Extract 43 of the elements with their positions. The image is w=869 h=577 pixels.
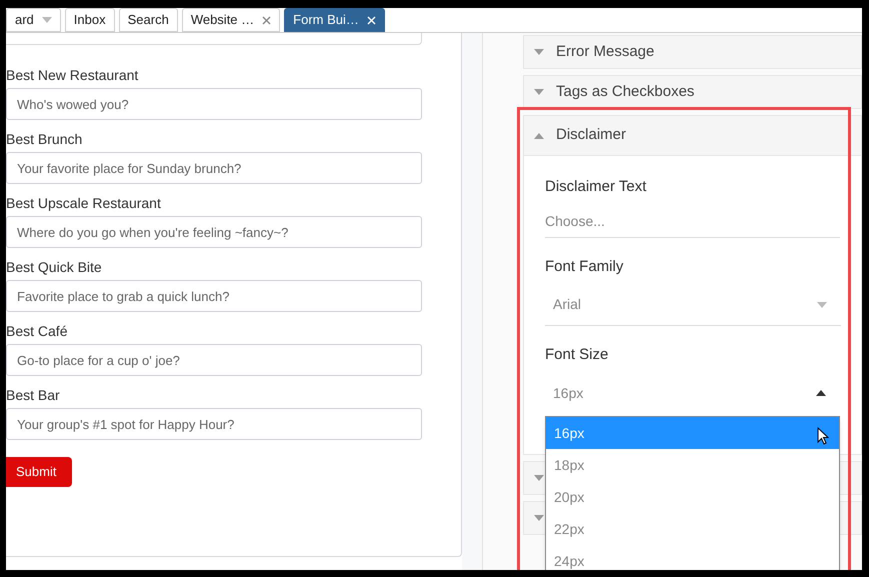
caret-icon [534, 515, 544, 521]
caret-icon [42, 17, 52, 23]
field-label: Best Upscale Restaurant [6, 194, 162, 213]
field-label: Best Bar [6, 386, 61, 405]
field-label: Best Brunch [6, 130, 84, 149]
tab[interactable]: Form Bui… [284, 8, 385, 32]
tab[interactable]: Inbox [64, 8, 115, 32]
tab[interactable]: ard [6, 8, 61, 32]
tab[interactable]: Website … [182, 8, 280, 32]
submit-button[interactable]: Submit [6, 457, 72, 487]
dropdown-option[interactable]: 20px [546, 481, 839, 513]
dropdown-option[interactable]: 22px [546, 513, 839, 545]
input-field[interactable]: Your group's #1 spot for Happy Hour? [6, 408, 422, 440]
cursor-icon [817, 427, 829, 445]
input-field[interactable]: Choose... [545, 204, 840, 238]
input-field[interactable]: Where do you go when you're feeling ~fancy~? [6, 216, 422, 248]
input-field[interactable]: Your favorite place for Sunday brunch? [6, 152, 422, 184]
section-header[interactable]: Error Message [524, 36, 861, 68]
close-icon[interactable] [262, 16, 272, 24]
dropdown-option[interactable]: 24px [546, 545, 839, 570]
input-field[interactable]: Who's wowed you? [6, 88, 422, 120]
select-field[interactable]: 16px [545, 372, 840, 414]
caret-icon [816, 390, 826, 396]
caret-icon [534, 475, 544, 481]
field-label: Disclaimer Text [545, 177, 648, 197]
caret-icon [534, 132, 544, 138]
select-field[interactable]: Arial [545, 284, 841, 326]
field-label: Font Family [545, 257, 624, 277]
field-label: Best Quick Bite [6, 258, 103, 277]
field-label: Best Café [6, 322, 68, 341]
tab[interactable]: Search [118, 8, 178, 32]
field-label: Font Size [545, 345, 610, 365]
dropdown-option[interactable]: 18px [546, 449, 839, 481]
caret-icon [534, 89, 544, 95]
section-header[interactable]: Tags as Checkboxes [524, 76, 861, 108]
dropdown-option[interactable]: 16px [546, 417, 839, 449]
section-header[interactable]: Disclaimer [524, 116, 861, 156]
field-label: Best New Restaurant [6, 66, 140, 85]
input-field[interactable]: Go-to place for a cup o' joe? [6, 344, 422, 376]
input-field[interactable] [6, 33, 422, 45]
input-field[interactable]: Favorite place to grab a quick lunch? [6, 280, 422, 312]
caret-icon [817, 302, 827, 308]
caret-icon [534, 49, 544, 55]
